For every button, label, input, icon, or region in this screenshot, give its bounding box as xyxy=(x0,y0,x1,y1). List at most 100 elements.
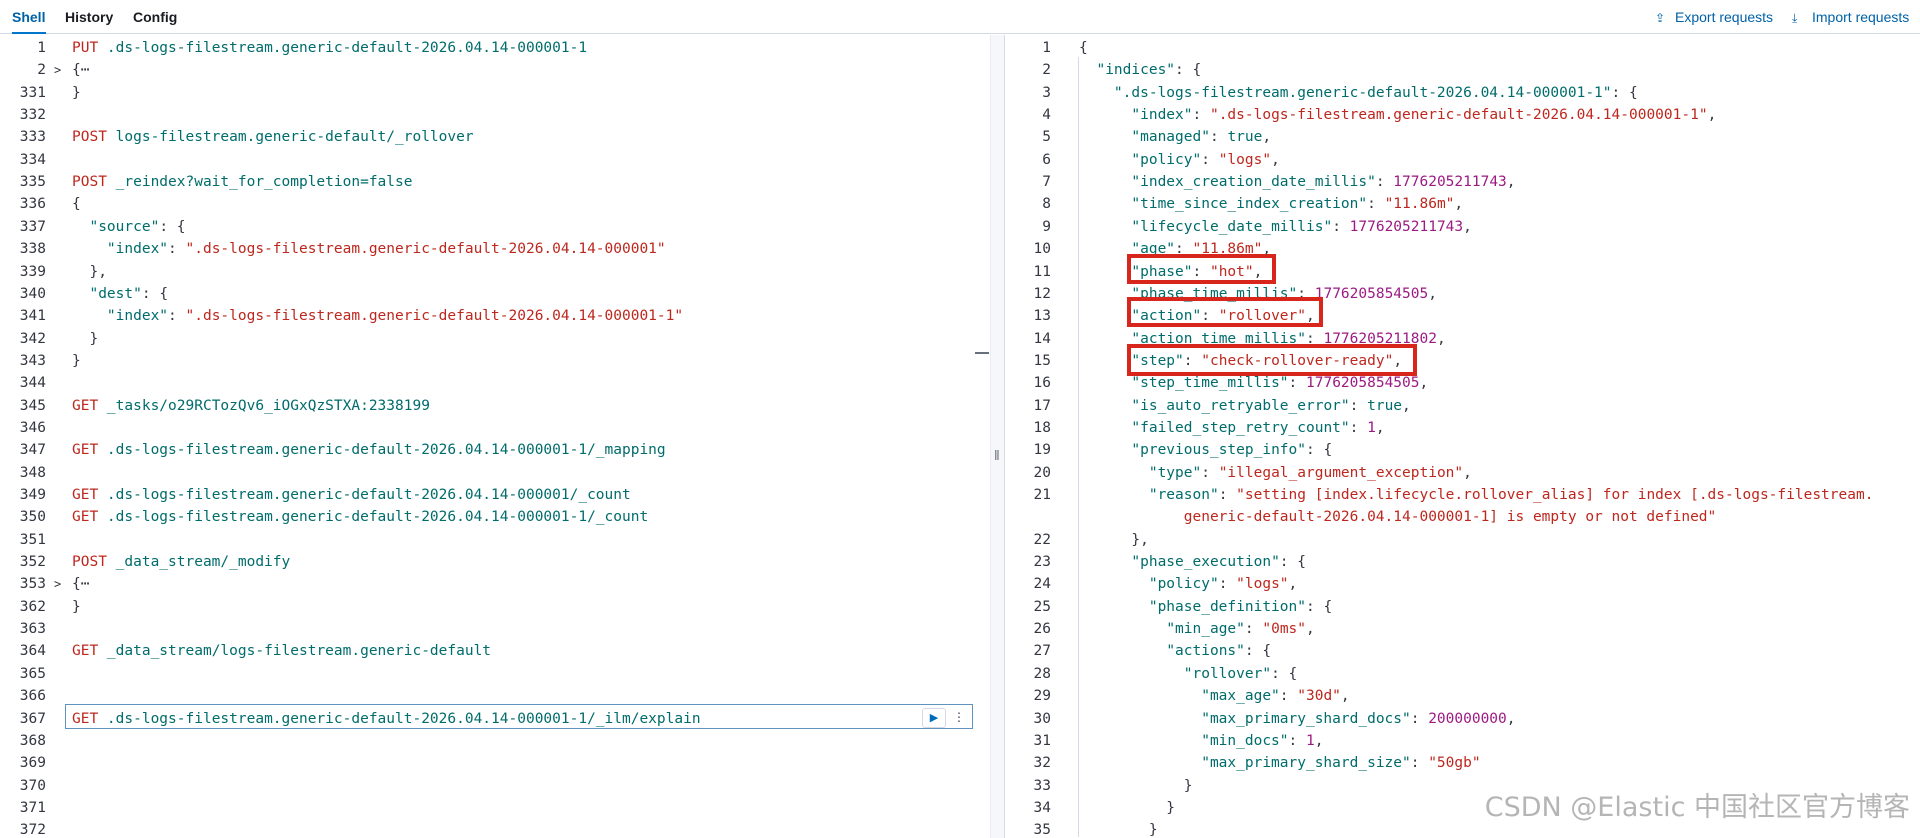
code-text: generic-default-2026.04.14-000001-1] is … xyxy=(1079,506,1717,528)
line-number: 26 xyxy=(1033,621,1051,638)
code-text: {⋯ xyxy=(72,573,89,595)
code-token: , xyxy=(1340,688,1350,705)
code-line: 19 "previous_step_info": { xyxy=(1005,439,1920,461)
code-token: "failed_step_retry_count" xyxy=(1131,419,1350,436)
code-token: {⋯ xyxy=(72,62,90,79)
code-line: 25 "phase_definition": { xyxy=(1005,596,1920,618)
code-token: POST xyxy=(72,174,107,191)
request-actions-button[interactable]: ⋮ xyxy=(948,708,970,728)
code-token: : xyxy=(1349,419,1368,436)
code-line: 32 "max_primary_shard_size": "50gb" xyxy=(1005,752,1920,774)
code-token: "11.86m" xyxy=(1384,196,1455,213)
code-token: "rollover" xyxy=(1183,665,1272,682)
code-token: : xyxy=(1410,710,1429,727)
code-text: } xyxy=(72,82,81,104)
import-requests-button[interactable]: ⤓ Import requests xyxy=(1792,0,1909,34)
code-line: 365 xyxy=(0,663,990,685)
line-number: 353 xyxy=(19,576,46,593)
code-token: "policy" xyxy=(1148,576,1219,593)
line-number: 352 xyxy=(19,554,46,571)
editor-scrollbar[interactable] xyxy=(990,35,1005,838)
code-line: 347 GET .ds-logs-filestream.generic-defau… xyxy=(0,439,990,461)
code-token: : xyxy=(1201,151,1219,168)
fold-chevron-icon[interactable]: > xyxy=(54,59,68,81)
code-token: : xyxy=(1192,107,1210,124)
code-token: "reason" xyxy=(1148,487,1219,503)
export-requests-button[interactable]: ⇪ Export requests xyxy=(1655,0,1773,34)
send-request-button[interactable]: ▶ xyxy=(922,708,946,728)
code-text: "policy": "logs", xyxy=(1079,573,1297,595)
code-token: , xyxy=(1463,218,1472,235)
import-icon: ⤓ xyxy=(1792,11,1798,25)
code-line: 346 xyxy=(0,417,990,439)
line-number: 3 xyxy=(1042,84,1051,101)
code-text: {⋯ xyxy=(72,59,89,81)
code-line: generic-default-2026.04.14-000001-1] is … xyxy=(1005,506,1920,528)
fold-chevron-icon[interactable]: > xyxy=(54,573,68,595)
code-text: "indices": { xyxy=(1079,59,1201,81)
tab-history[interactable]: History xyxy=(65,0,113,34)
code-token: "time_since_index_creation" xyxy=(1131,196,1368,213)
pane-resize-handle[interactable]: ‖ xyxy=(994,447,1000,463)
line-number: 370 xyxy=(19,777,46,794)
line-number: 31 xyxy=(1033,732,1051,749)
code-text: POST _data_stream/_modify xyxy=(72,551,290,573)
scrollbar-thumb[interactable] xyxy=(975,352,989,354)
code-token: : { xyxy=(1175,62,1202,79)
code-token: 1 xyxy=(1367,419,1376,436)
code-text: ".ds-logs-filestream.generic-default-202… xyxy=(1079,82,1638,104)
code-line: 369 xyxy=(0,752,990,774)
tab-config[interactable]: Config xyxy=(133,0,177,34)
code-token: logs-filestream.generic-default/_rollove… xyxy=(106,129,474,146)
line-number: 372 xyxy=(19,822,46,838)
code-token: , xyxy=(1262,129,1272,146)
code-token: true xyxy=(1227,129,1263,146)
code-token: 1776205211743 xyxy=(1393,174,1507,191)
line-number: 331 xyxy=(19,84,46,101)
code-text: "previous_step_info": { xyxy=(1079,439,1332,461)
line-number: 339 xyxy=(19,263,46,280)
code-token: {⋯ xyxy=(72,576,90,593)
code-text: "max_primary_shard_docs": 200000000, xyxy=(1079,708,1515,730)
code-token: ".ds-logs-filestream.generic-default-202… xyxy=(1113,84,1612,101)
code-line: 340 "dest": { xyxy=(0,283,990,305)
code-token: _data_stream/_modify xyxy=(106,554,291,571)
line-number: 364 xyxy=(19,643,46,660)
code-token: }, xyxy=(72,263,107,280)
line-number: 32 xyxy=(1033,755,1051,772)
line-number: 23 xyxy=(1033,554,1051,571)
code-line: 345 GET _tasks/o29RCTozQv6_iOGxQzSTXA:233… xyxy=(0,395,990,417)
code-token: } xyxy=(1079,799,1176,816)
code-token: "phase_definition" xyxy=(1148,598,1306,615)
code-line: 9 "lifecycle_date_millis": 1776205211743… xyxy=(1005,216,1920,238)
code-line: 339 }, xyxy=(0,261,990,283)
code-token: , xyxy=(1454,196,1464,213)
line-number: 333 xyxy=(19,129,46,146)
line-number: 335 xyxy=(19,174,46,191)
code-line: 351 xyxy=(0,529,990,551)
code-token: "phase_execution" xyxy=(1131,554,1280,571)
code-token: generic-default-2026.04.14-000001-1] is … xyxy=(1079,509,1717,526)
code-token: "50gb" xyxy=(1428,755,1481,772)
code-line: 4 "index": ".ds-logs-filestream.generic-… xyxy=(1005,104,1920,126)
code-token: "logs" xyxy=(1236,576,1289,593)
tab-shell[interactable]: Shell xyxy=(12,0,46,34)
code-line: 20 "type": "illegal_argument_exception", xyxy=(1005,462,1920,484)
code-token: "type" xyxy=(1148,464,1202,481)
code-text: } xyxy=(1079,775,1193,797)
code-text: "time_since_index_creation": "11.86m", xyxy=(1079,193,1463,215)
code-token: : xyxy=(1367,196,1385,213)
code-token: "index" xyxy=(1131,107,1193,124)
code-token: "managed" xyxy=(1131,129,1210,146)
code-token: "30d" xyxy=(1297,688,1341,705)
code-line: 30 "max_primary_shard_docs": 200000000, xyxy=(1005,708,1920,730)
code-token: : { xyxy=(1306,442,1333,459)
